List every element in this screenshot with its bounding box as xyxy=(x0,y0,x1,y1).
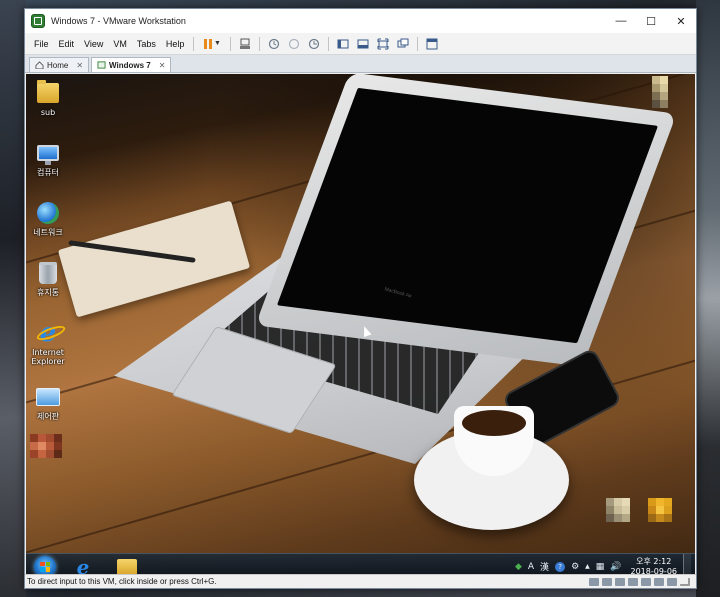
title-bar[interactable]: Windows 7 - VMware Workstation — ☐ ✕ xyxy=(25,9,696,33)
send-ctrl-alt-del-button[interactable] xyxy=(236,36,254,52)
status-message: To direct input to this VM, click inside… xyxy=(27,577,217,586)
window-title: Windows 7 - VMware Workstation xyxy=(51,16,186,26)
display-icon[interactable] xyxy=(654,577,664,586)
unity-button[interactable] xyxy=(394,36,412,52)
desktop-icon-label: 네트워크 xyxy=(33,228,63,237)
vmware-window: Windows 7 - VMware Workstation — ☐ ✕ Fil… xyxy=(24,8,697,589)
network-adapter-icon[interactable] xyxy=(615,577,625,586)
folder-icon xyxy=(37,80,59,103)
network-icon xyxy=(37,202,59,224)
laptop-screen-photo xyxy=(255,74,677,367)
window-controls: — ☐ ✕ xyxy=(606,9,696,33)
message-log-icon[interactable] xyxy=(667,577,677,586)
show-library-button[interactable] xyxy=(334,36,352,52)
desktop-icon-label: 제어판 xyxy=(36,412,60,421)
maximize-button[interactable]: ☐ xyxy=(636,9,666,33)
console-view-icon xyxy=(426,38,438,49)
snapshot-icon xyxy=(269,38,280,49)
usb-icon[interactable] xyxy=(628,577,638,586)
show-hidden-icons-button[interactable]: ▲ xyxy=(585,563,590,570)
thumbnail-bar-button[interactable] xyxy=(354,36,372,52)
snapshot-button[interactable] xyxy=(265,36,283,52)
suspend-button[interactable]: ▼ xyxy=(199,36,225,52)
close-icon[interactable]: ✕ xyxy=(76,61,83,70)
desktop-icon-control-panel[interactable]: 제어판 xyxy=(26,384,70,421)
tab-bar: Home ✕ Windows 7 ✕ xyxy=(25,55,696,73)
network-adapter-icon xyxy=(240,38,251,49)
snapshot-manager-icon xyxy=(309,38,320,49)
host-desktop-right xyxy=(696,0,720,597)
revert-snapshot-icon xyxy=(289,38,300,49)
toolbar-separator xyxy=(193,36,195,51)
full-screen-button[interactable] xyxy=(374,36,392,52)
cd-drive-icon[interactable] xyxy=(602,577,612,586)
hanja-indicator[interactable]: 漢 xyxy=(540,560,549,573)
desktop-icon-label: Internet Explorer xyxy=(31,348,65,366)
library-icon xyxy=(337,39,349,48)
vm-icon xyxy=(97,61,106,69)
unity-icon xyxy=(397,38,409,47)
desktop-icon-label: sub xyxy=(40,108,56,117)
pause-icon xyxy=(203,38,212,49)
device-status-icons xyxy=(586,577,696,586)
laptop-display-photo xyxy=(276,87,659,344)
menu-tabs[interactable]: Tabs xyxy=(132,39,161,49)
status-bar: To direct input to this VM, click inside… xyxy=(25,574,696,588)
close-icon[interactable]: ✕ xyxy=(159,61,166,70)
control-panel-icon xyxy=(36,388,60,406)
tab-windows-7[interactable]: Windows 7 ✕ xyxy=(91,57,172,72)
ime-help-icon[interactable]: ? xyxy=(555,561,566,572)
desktop-icon-label: 컴퓨터 xyxy=(36,168,60,177)
vm-console[interactable]: MacBook Air sub 컴퓨터 네트워크 휴지통 e Internet … xyxy=(26,74,695,579)
toolbar-separator xyxy=(230,36,232,51)
chevron-down-icon: ▼ xyxy=(213,40,221,47)
input-mode-indicator[interactable]: A xyxy=(528,562,534,572)
menu-view[interactable]: View xyxy=(79,39,108,49)
desktop-icon-sub[interactable]: sub xyxy=(26,80,70,117)
full-screen-icon xyxy=(377,38,389,49)
menu-file[interactable]: File xyxy=(29,39,54,49)
home-icon xyxy=(35,61,44,69)
sound-card-icon[interactable] xyxy=(641,577,651,586)
shield-icon[interactable]: ◆ xyxy=(515,562,522,572)
menu-edit[interactable]: Edit xyxy=(54,39,80,49)
close-button[interactable]: ✕ xyxy=(666,9,696,33)
thumbnail-icon xyxy=(357,39,369,48)
network-tray-icon[interactable]: ▦ xyxy=(596,562,605,572)
toolbar-separator xyxy=(417,36,419,51)
toolbar-separator xyxy=(259,36,261,51)
menu-help[interactable]: Help xyxy=(161,39,190,49)
internet-explorer-icon: e xyxy=(34,320,67,346)
desktop-icon-label: 휴지통 xyxy=(36,288,60,297)
resize-grip-icon[interactable] xyxy=(680,577,690,586)
menu-vm[interactable]: VM xyxy=(108,39,132,49)
tab-home[interactable]: Home ✕ xyxy=(29,57,90,72)
desktop-icon-recycle-bin[interactable]: 휴지통 xyxy=(26,260,70,297)
toolbar-separator xyxy=(328,36,330,51)
snapshot-manager-button[interactable] xyxy=(305,36,323,52)
computer-icon xyxy=(37,145,59,165)
ime-settings-icon[interactable]: ⚙ xyxy=(571,562,579,572)
host-desktop-left xyxy=(0,0,26,597)
vmware-app-icon xyxy=(31,14,45,28)
revert-snapshot-button[interactable] xyxy=(285,36,303,52)
menu-toolbar: File Edit View VM Tabs Help ▼ xyxy=(25,33,696,55)
desktop-icon-network[interactable]: 네트워크 xyxy=(26,200,70,237)
tab-windows-7-label: Windows 7 xyxy=(109,60,151,70)
desktop-icon-internet-explorer[interactable]: e Internet Explorer xyxy=(26,320,70,366)
desktop-icon-computer[interactable]: 컴퓨터 xyxy=(26,140,70,177)
minimize-button[interactable]: — xyxy=(606,9,636,33)
clock-time: 오후 2:12 xyxy=(636,556,672,566)
recycle-bin-icon xyxy=(39,262,57,284)
hard-disk-icon[interactable] xyxy=(589,577,599,586)
volume-icon[interactable]: 🔊 xyxy=(610,562,621,572)
tab-home-label: Home xyxy=(47,60,69,70)
coffee-photo xyxy=(462,410,526,436)
windows-logo-icon xyxy=(40,561,50,572)
console-view-button[interactable] xyxy=(423,36,441,52)
folder-icon xyxy=(117,558,137,575)
